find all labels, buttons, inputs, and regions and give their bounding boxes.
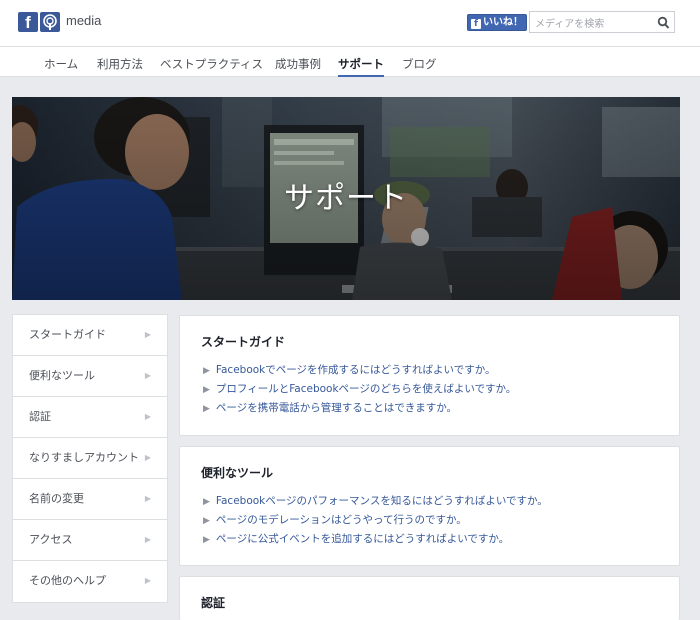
sidebar-item-label: 認証 — [29, 410, 51, 423]
media-logo-icon[interactable] — [40, 12, 60, 32]
sidebar: スタートガイド ▶ 便利なツール ▶ 認証 ▶ なりすましアカウント ▶ 名前の… — [12, 314, 168, 603]
chevron-right-icon: ▶ — [144, 453, 151, 462]
arrow-bullet-icon: ▶ — [203, 404, 210, 414]
sidebar-item-impersonation[interactable]: なりすましアカウント ▶ — [13, 438, 167, 479]
sidebar-item-other-help[interactable]: その他のヘルプ ▶ — [13, 561, 167, 602]
main-nav: ホーム 利用方法 ベストプラクティス 成功事例 サポート ブログ — [0, 47, 700, 77]
card-link[interactable]: ▶ ページを携帯電話から管理することはできますか。 — [203, 400, 457, 415]
sidebar-item-label: スタートガイド — [29, 328, 106, 341]
arrow-bullet-icon: ▶ — [203, 385, 210, 395]
tab-home[interactable]: ホーム — [44, 56, 78, 77]
card-link-text: ページのモデレーションはどうやって行うのですか。 — [215, 514, 467, 526]
tab-best-practices[interactable]: ベストプラクティス — [160, 56, 263, 77]
sidebar-item-label: なりすましアカウント — [29, 451, 139, 464]
card-link[interactable]: ▶ ページのモデレーションはどうやって行うのですか。 — [203, 512, 467, 527]
arrow-bullet-icon: ▶ — [203, 535, 210, 545]
card-link[interactable]: ▶ プロフィールとFacebookページのどちらを使えばよいですか。 — [203, 381, 516, 396]
arrow-bullet-icon: ▶ — [203, 366, 210, 376]
chevron-right-icon: ▶ — [144, 576, 151, 585]
arrow-bullet-icon: ▶ — [203, 497, 210, 507]
sidebar-item-label: 名前の変更 — [29, 492, 84, 505]
brand-text[interactable]: media — [66, 13, 101, 28]
sidebar-item-verification[interactable]: 認証 ▶ — [13, 397, 167, 438]
like-label: いいね！ — [483, 17, 523, 28]
sidebar-item-getting-started[interactable]: スタートガイド ▶ — [13, 315, 167, 356]
card-link[interactable]: ▶ Facebookページのパフォーマンスを知るにはどうすればよいですか。 — [203, 493, 548, 508]
sidebar-item-label: その他のヘルプ — [29, 574, 106, 587]
tab-success-stories[interactable]: 成功事例 — [275, 56, 321, 77]
sidebar-item-label: アクセス — [29, 533, 73, 546]
card-title: 便利なツール — [201, 466, 274, 480]
card-title: 認証 — [201, 596, 226, 610]
tab-support[interactable]: サポート — [338, 56, 384, 77]
chevron-right-icon: ▶ — [144, 535, 151, 544]
arrow-bullet-icon: ▶ — [203, 516, 210, 526]
sidebar-item-useful-tools[interactable]: 便利なツール ▶ — [13, 356, 167, 397]
sidebar-item-access[interactable]: アクセス ▶ — [13, 520, 167, 561]
hero-banner: サポート — [12, 97, 680, 300]
top-header: f media f いいね！ — [0, 0, 700, 47]
chevron-right-icon: ▶ — [144, 412, 151, 421]
card-title: スタートガイド — [201, 335, 286, 349]
card-link-text: プロフィールとFacebookページのどちらを使えばよいですか。 — [215, 383, 517, 395]
facebook-logo-icon[interactable]: f — [18, 12, 38, 32]
card-link-text: Facebookページのパフォーマンスを知るにはどうすればよいですか。 — [215, 495, 548, 507]
sidebar-item-name-change[interactable]: 名前の変更 ▶ — [13, 479, 167, 520]
like-button[interactable]: f いいね！ — [467, 14, 527, 31]
tab-how-to[interactable]: 利用方法 — [97, 56, 143, 77]
card-link-text: ページを携帯電話から管理することはできますか。 — [215, 402, 458, 414]
sidebar-item-label: 便利なツール — [29, 369, 95, 382]
search-input[interactable] — [530, 14, 650, 35]
tab-blog[interactable]: ブログ — [402, 56, 437, 77]
card-link-text: ページに公式イベントを追加するにはどうすればよいですか。 — [215, 533, 510, 545]
facebook-f-icon: f — [471, 19, 481, 29]
card-link-text: Facebookでページを作成するにはどうすればよいですか。 — [215, 364, 496, 376]
card-getting-started: スタートガイド ▶ Facebookでページを作成するにはどうすればよいですか。 … — [179, 315, 680, 436]
card-link[interactable]: ▶ Facebookでページを作成するにはどうすればよいですか。 — [203, 362, 496, 377]
hero-title: サポート — [284, 181, 408, 216]
search-icon[interactable] — [657, 15, 670, 34]
search-box — [529, 11, 675, 35]
chevron-right-icon: ▶ — [144, 371, 151, 380]
chevron-right-icon: ▶ — [144, 494, 151, 503]
card-link[interactable]: ▶ ページに公式イベントを追加するにはどうすればよいですか。 — [203, 531, 509, 546]
card-useful-tools: 便利なツール ▶ Facebookページのパフォーマンスを知るにはどうすればよいで… — [179, 446, 680, 566]
chevron-right-icon: ▶ — [144, 330, 151, 339]
card-verification: 認証 — [179, 576, 680, 620]
